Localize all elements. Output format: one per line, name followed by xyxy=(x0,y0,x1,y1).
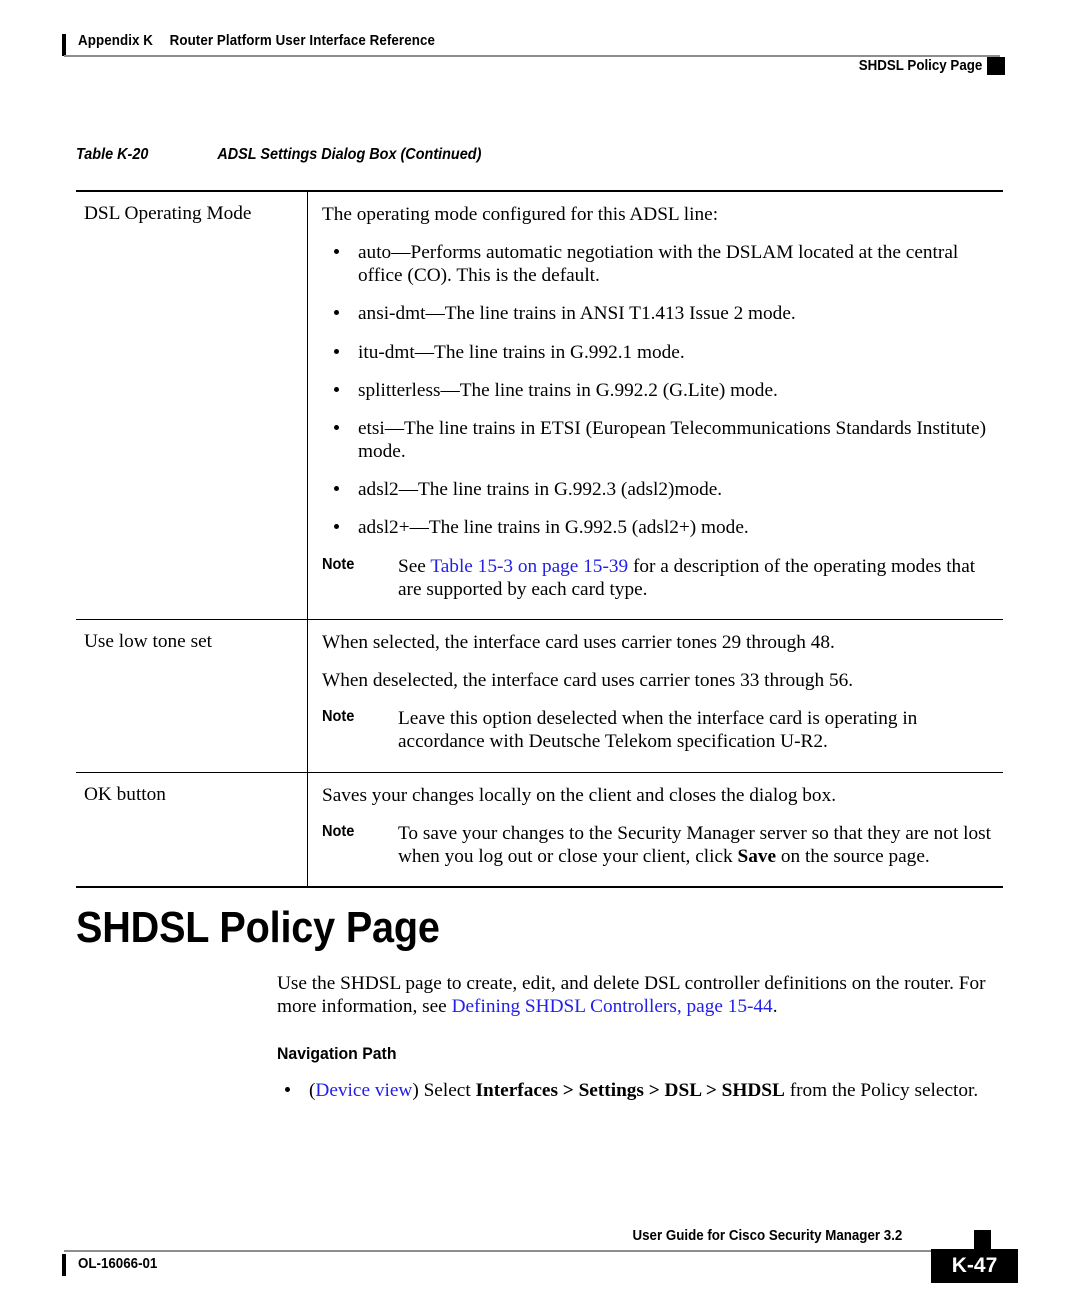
table-row: Use low tone set When selected, the inte… xyxy=(76,618,1003,772)
table-cell-label: DSL Operating Mode xyxy=(76,192,308,619)
list-item: auto—Performs automatic negotiation with… xyxy=(322,241,997,287)
table-cell-label: OK button xyxy=(76,772,308,886)
list-item-text: adsl2+—The line trains in G.992.5 (adsl2… xyxy=(358,517,749,539)
navigation-path-heading: Navigation Path xyxy=(277,1044,397,1064)
footer-guide-title: User Guide for Cisco Security Manager 3.… xyxy=(632,1228,902,1244)
list-item: adsl2+—The line trains in G.992.5 (adsl2… xyxy=(322,516,997,539)
table-caption-title: ADSL Settings Dialog Box (Continued) xyxy=(217,146,482,163)
note-emphasis: Save xyxy=(737,845,777,867)
table-cell-description: The operating mode configured for this A… xyxy=(308,192,1003,619)
row-label: DSL Operating Mode xyxy=(84,203,252,224)
cross-reference-link[interactable]: Table 15-3 on page 15-39 xyxy=(430,556,628,577)
section-intro-paragraph: Use the SHDSL page to create, edit, and … xyxy=(277,972,1003,1018)
section-body: Use the SHDSL page to create, edit, and … xyxy=(277,972,1003,1102)
nav-tail-text: from the Policy selector. xyxy=(784,1079,979,1101)
note-text-pre: See xyxy=(398,555,431,577)
header-left-text: Appendix K Router Platform User Interface… xyxy=(78,33,435,49)
table-cell-description: When selected, the interface card uses c… xyxy=(308,620,1003,772)
list-item-text: ansi-dmt—The line trains in ANSI T1.413 … xyxy=(358,303,796,325)
table-cell-label: Use low tone set xyxy=(76,619,308,772)
list-item-text: auto—Performs automatic negotiation with… xyxy=(358,242,959,287)
bullet-icon xyxy=(334,348,339,354)
row-intro-text: The operating mode configured for this A… xyxy=(322,204,719,225)
footer-rule xyxy=(64,1250,988,1252)
bullet-icon xyxy=(334,424,339,430)
note-block: Note Leave this option deselected when t… xyxy=(322,707,997,753)
row-paragraph: Saves your changes locally on the client… xyxy=(322,784,837,806)
list-item: splitterless—The line trains in G.992.2 … xyxy=(322,379,997,402)
note-text-post: on the source page. xyxy=(776,845,930,867)
list-item: etsi—The line trains in ETSI (European T… xyxy=(322,417,997,463)
note-label: Note xyxy=(322,555,355,573)
cross-reference-link[interactable]: Defining SHDSL Controllers, page 15-44 xyxy=(452,996,773,1017)
list-item-text: adsl2—The line trains in G.992.3 (adsl2)… xyxy=(358,479,723,501)
row-label: Use low tone set xyxy=(84,630,212,652)
header-tick-mark xyxy=(62,34,66,56)
header-appendix-label: Appendix K xyxy=(78,33,154,49)
table-caption-number: Table K-20 xyxy=(76,146,149,163)
list-item-text: itu-dmt—The line trains in G.992.1 mode. xyxy=(358,341,685,363)
header-section-label: SHDSL Policy Page xyxy=(858,58,982,74)
footer-square-marker xyxy=(974,1230,991,1249)
bullet-icon xyxy=(334,386,339,392)
row-paragraph: When deselected, the interface card uses… xyxy=(322,670,854,692)
list-item-text: splitterless—The line trains in G.992.2 … xyxy=(358,379,778,401)
section-intro-post: . xyxy=(772,996,778,1018)
page-number-badge: K-47 xyxy=(931,1249,1018,1283)
note-text: Leave this option deselected when the in… xyxy=(398,708,918,753)
table-row: OK button Saves your changes locally on … xyxy=(76,771,1003,886)
list-item-text: etsi—The line trains in ETSI (European T… xyxy=(358,417,986,463)
table-cell-description: Saves your changes locally on the client… xyxy=(308,773,1003,886)
row-paragraph: When selected, the interface card uses c… xyxy=(322,631,835,653)
footer-tick-mark xyxy=(62,1254,66,1276)
header-title: Router Platform User Interface Reference xyxy=(169,33,435,49)
table-row: DSL Operating Mode The operating mode co… xyxy=(76,192,1003,619)
page-footer: User Guide for Cisco Security Manager 3.… xyxy=(62,1228,1018,1294)
page-title: SHDSL Policy Page xyxy=(76,903,440,952)
bullet-icon xyxy=(334,249,339,255)
bullet-icon xyxy=(334,524,339,530)
device-view-link[interactable]: Device view xyxy=(315,1080,412,1101)
note-label: Note xyxy=(322,822,355,840)
list-item: (Device view) Select Interfaces > Settin… xyxy=(277,1079,1003,1102)
note-block: Note See Table 15-3 on page 15-39 for a … xyxy=(322,555,997,601)
bullet-icon xyxy=(285,1086,290,1092)
document-page: Appendix K Router Platform User Interface… xyxy=(0,0,1080,1311)
list-item: adsl2—The line trains in G.992.3 (adsl2)… xyxy=(322,478,997,501)
note-block: Note To save your changes to the Securit… xyxy=(322,822,997,868)
bullet-icon xyxy=(334,310,339,316)
list-item: ansi-dmt—The line trains in ANSI T1.413 … xyxy=(322,302,997,325)
row-label: OK button xyxy=(84,783,166,805)
bullet-icon xyxy=(334,486,339,492)
nav-menu-path: Interfaces > Settings > DSL > SHDSL xyxy=(475,1079,785,1101)
page-header: Appendix K Router Platform User Interface… xyxy=(62,30,1018,88)
list-item: itu-dmt—The line trains in G.992.1 mode. xyxy=(322,341,997,364)
header-rule xyxy=(64,55,1000,57)
adsl-settings-table: DSL Operating Mode The operating mode co… xyxy=(76,190,1003,888)
footer-document-id: OL-16066-01 xyxy=(78,1256,158,1272)
note-label: Note xyxy=(322,708,355,726)
header-square-marker xyxy=(987,57,1005,75)
nav-close-paren: ) Select xyxy=(412,1079,476,1101)
table-caption: Table K-20 ADSL Settings Dialog Box (Cont… xyxy=(76,146,481,164)
